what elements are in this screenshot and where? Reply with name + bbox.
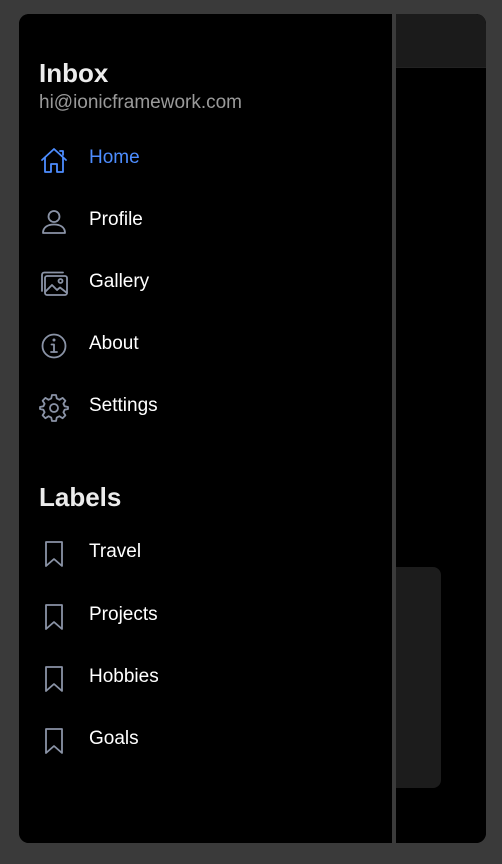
- bookmark-icon: [39, 664, 69, 694]
- menu-item-label: Profile: [89, 209, 143, 230]
- label-item-label: Goals: [89, 728, 139, 749]
- main-content-card: [393, 567, 441, 788]
- person-icon: [39, 207, 69, 237]
- main-content-backdrop[interactable]: [393, 14, 486, 843]
- main-toolbar: [393, 14, 486, 68]
- label-item-hobbies[interactable]: Hobbies: [19, 653, 392, 705]
- label-item-travel[interactable]: Travel: [19, 528, 392, 580]
- label-item-label: Projects: [89, 604, 158, 625]
- label-item-label: Travel: [89, 541, 142, 562]
- settings-icon: [39, 393, 69, 423]
- home-icon: [39, 145, 69, 175]
- menu-item-about[interactable]: About: [19, 320, 392, 372]
- menu-item-label: Home: [89, 147, 140, 168]
- label-item-label: Hobbies: [89, 666, 159, 687]
- menu-item-label: Gallery: [89, 271, 150, 292]
- menu-item-home[interactable]: Home: [19, 134, 392, 186]
- menu-item-label: Settings: [89, 395, 158, 416]
- menu-item-profile[interactable]: Profile: [19, 196, 392, 248]
- labels-title: Labels: [39, 482, 122, 512]
- menu-item-label: About: [89, 333, 139, 354]
- menu-note: hi@ionicframework.com: [39, 92, 243, 113]
- bookmark-icon: [39, 726, 69, 756]
- menu-item-settings[interactable]: Settings: [19, 382, 392, 434]
- device-frame: Inbox hi@ionicframework.com Home Profile…: [19, 14, 486, 843]
- images-icon: [39, 269, 69, 299]
- information-icon: [39, 331, 69, 361]
- menu-item-gallery[interactable]: Gallery: [19, 258, 392, 310]
- menu-title: Inbox: [39, 58, 109, 88]
- label-item-goals[interactable]: Goals: [19, 715, 392, 767]
- label-item-projects[interactable]: Projects: [19, 591, 392, 643]
- side-menu: Inbox hi@ionicframework.com Home Profile…: [19, 14, 396, 843]
- bookmark-icon: [39, 539, 69, 569]
- bookmark-icon: [39, 602, 69, 632]
